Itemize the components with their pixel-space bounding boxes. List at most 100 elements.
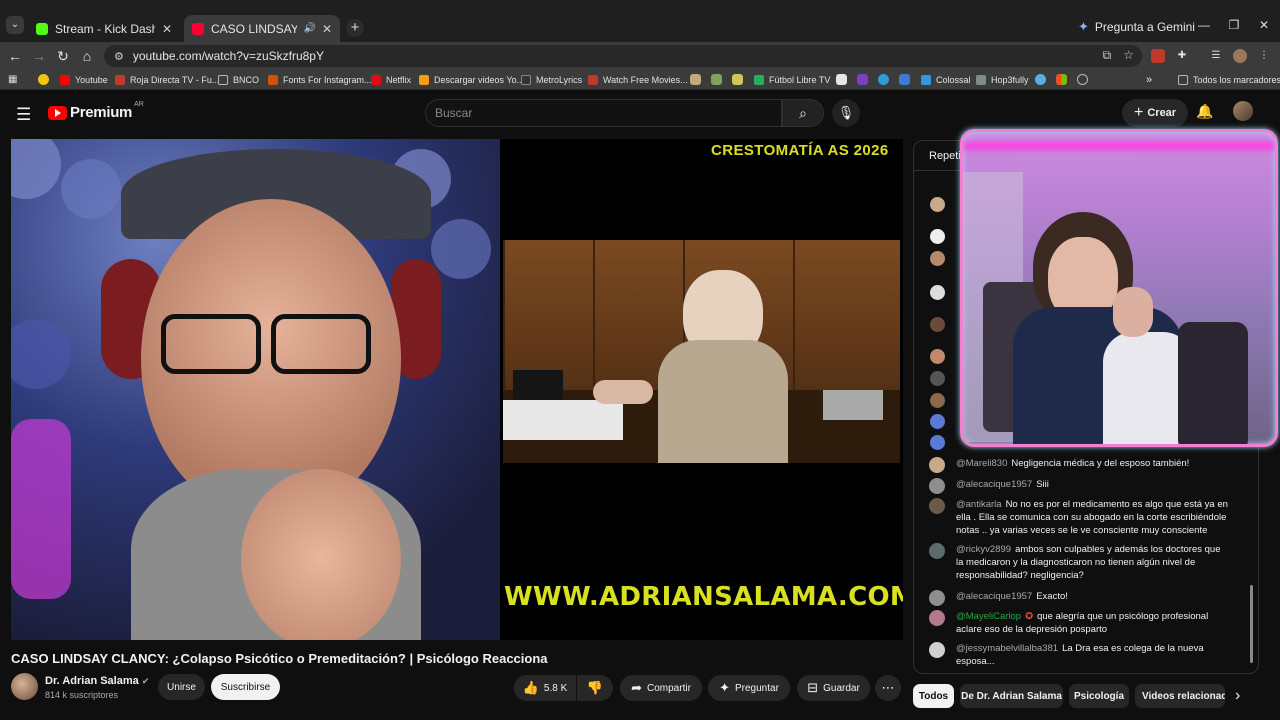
extensions-puzzle-icon[interactable]: ✚ [1175,49,1189,63]
bookmark-item[interactable]: Roja Directa TV - Fu... [115,73,219,87]
bookmark-favicon-icon[interactable] [899,74,910,85]
speaker-icon[interactable]: 🔊 [303,23,315,34]
search-button[interactable]: ⌕ [782,99,824,127]
avatar [930,435,945,450]
tab-search-list-icon[interactable]: ☰ [1209,49,1223,63]
account-avatar[interactable] [1233,101,1253,121]
bookmark-favicon-icon[interactable] [711,74,722,85]
search-input[interactable]: Buscar [425,99,782,127]
chip-related[interactable]: Videos relacionados [1135,684,1225,708]
dislike-button[interactable]: 👎 [577,675,613,701]
chip-all[interactable]: Todos [913,684,954,708]
tab-close-icon[interactable]: ✕ [322,22,332,36]
create-button[interactable]: + Crear [1122,99,1189,127]
emoji-bookmark-icon[interactable] [38,74,49,85]
bookmark-item[interactable]: Fonts For Instagram... [268,73,372,87]
gemini-sparkle-icon: ✦ [1078,19,1089,34]
youtube-premium-logo[interactable]: Premium AR [48,101,144,121]
share-button[interactable]: ➦ Compartir [620,675,702,701]
tab-label: Stream - Kick Dashboard [55,21,155,36]
bookmark-item[interactable]: Youtube [60,73,108,87]
reload-icon[interactable]: ↻ [55,47,71,65]
chat-message: @rickyv2899 ambos son culpables y además … [929,543,1229,582]
bookmark-favicon-icon[interactable] [836,74,847,85]
address-bar[interactable]: ⚙ youtube.com/watch?v=zuSkzfru8pY ⧉ ☆ [104,45,1142,67]
folder-icon [218,75,228,85]
extension-icon[interactable] [1151,49,1165,63]
bookmark-icon: ⊟ [807,680,819,695]
bookmark-favicon-icon[interactable] [690,74,701,85]
courtroom-video-frame [503,240,900,463]
chevron-right-icon[interactable]: › [1235,687,1240,705]
forward-arrow-icon[interactable]: → [31,47,47,65]
profile-avatar-icon[interactable] [1233,49,1247,63]
avatar [930,317,945,332]
plus-icon: + [1134,104,1144,121]
thumbs-down-icon: 👎 [586,680,604,695]
bookmark-star-icon[interactable]: ☆ [1123,48,1134,63]
kick-favicon-icon [36,22,48,35]
new-tab-button[interactable]: + [346,19,364,37]
bookmark-item[interactable]: Fútbol Libre TV [754,73,830,87]
menu-hamburger-icon[interactable]: ☰ [16,105,31,125]
bookmark-folder[interactable]: BNCO [218,73,259,87]
bookmark-item[interactable]: MetroLyrics [521,73,582,87]
join-button[interactable]: Unirse [158,674,205,700]
chip-channel[interactable]: De Dr. Adrian Salama [960,684,1063,708]
bookmark-favicon-icon[interactable] [857,74,868,85]
avatar [929,457,945,473]
chat-message: @jessymabelvillalba381 La Dra esa es cole… [929,642,1229,668]
channel-name[interactable]: Dr. Adrian Salama ✔ [45,675,149,687]
apps-grid-icon[interactable]: ▦ [8,74,19,85]
restore-icon[interactable]: ❐ [1226,18,1242,32]
minimize-icon[interactable]: — [1196,18,1212,32]
install-app-icon[interactable]: ⧉ [1103,48,1112,63]
bookmark-item[interactable]: Descargar videos Yo... [419,73,524,87]
bookmark-item[interactable]: Watch Free Movies... [588,73,688,87]
bookmark-favicon-icon[interactable] [732,74,743,85]
overlay-top-text: CRESTOMATÍA AS 2026 [711,142,889,159]
moderator-badge-icon: ✪ [1025,611,1034,622]
bookmark-favicon-icon[interactable] [1035,74,1046,85]
globe-icon[interactable] [1077,74,1088,85]
url-text: youtube.com/watch?v=zuSkzfru8pY [132,49,324,63]
like-button[interactable]: 👍 5.8 K [514,675,576,701]
ask-button[interactable]: ✦ Preguntar [708,675,790,701]
country-code: AR [134,101,144,108]
chat-message: @antikarla No no es por el medicamento es… [929,498,1229,537]
browser-menu-icon[interactable]: ⋮ [1257,49,1271,63]
bookmark-item[interactable]: Hop3fully [976,73,1029,87]
chat-scrollbar[interactable] [1250,585,1253,663]
bookmark-item[interactable]: Colossal [921,73,971,87]
channel-avatar[interactable] [11,673,38,700]
bookmark-favicon-icon [588,75,598,85]
avatar [929,478,945,494]
video-title: CASO LINDSAY CLANCY: ¿Colapso Psicótico … [11,651,548,666]
more-actions-button[interactable]: ⋯ [875,675,901,701]
bookmark-item[interactable]: Netflix [371,73,411,87]
subscriber-count: 814 k suscriptores [45,690,119,700]
share-arrow-icon: ➦ [631,680,642,695]
avatar [930,197,945,212]
chip-psychology[interactable]: Psicología [1069,684,1129,708]
save-button[interactable]: ⊟ Guardar [797,675,870,701]
window-close-icon[interactable]: ✕ [1256,18,1272,32]
notifications-bell-icon[interactable]: 🔔 [1196,103,1213,120]
microsoft-icon[interactable] [1056,74,1067,85]
tab-search-button[interactable]: ⌄ [6,16,24,34]
ask-gemini-button[interactable]: ✦ Pregunta a Gemini [1078,18,1195,36]
tab-kick-dashboard[interactable]: Stream - Kick Dashboard ✕ [28,15,180,42]
home-icon[interactable]: ⌂ [79,47,95,65]
bookmark-favicon-icon[interactable] [878,74,889,85]
voice-search-button[interactable]: 🎙 [832,99,860,127]
more-dots-icon: ⋯ [881,680,895,695]
more-bookmarks-icon[interactable]: » [1146,73,1152,87]
subscribe-button[interactable]: Suscribirse [211,674,280,700]
tab-youtube-video[interactable]: CASO LINDSAY CLANCY: ¿ 🔊 ✕ [184,15,340,42]
video-player[interactable]: CRESTOMATÍA AS 2026 WWW.ADRIANSALAMA.COM [11,139,903,640]
all-bookmarks-folder[interactable]: Todos los marcadores [1178,73,1280,87]
search-icon: ⌕ [799,105,807,121]
back-arrow-icon[interactable]: ← [7,47,23,65]
site-info-icon[interactable]: ⚙ [114,50,124,63]
tab-close-icon[interactable]: ✕ [162,22,172,36]
